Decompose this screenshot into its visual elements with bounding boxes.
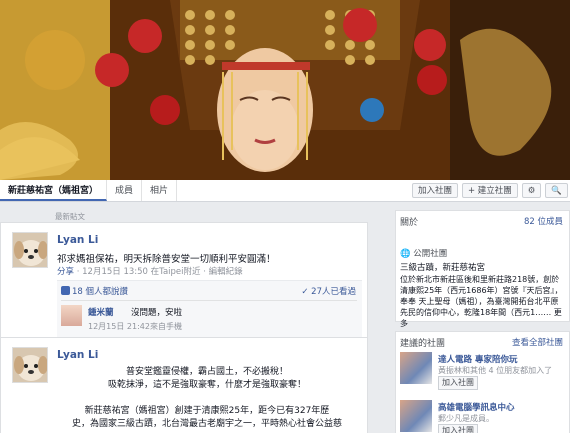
suggested-groups-box: 建議的社團 查看全部社團 達人電路 專家陪你玩 黃振林和其他 4 位朋友都加入了… (395, 331, 570, 433)
post-meta: 分享 · 12月15日 13:50 在Taipei附近 · 編輯紀錄 (57, 265, 243, 277)
search-button[interactable]: 🔍 (545, 183, 568, 198)
right-column: 關於 82 位成員 🌐 公開社團 三級古蹟，新莊慈祐宮 位於新北市新莊區後和里新… (395, 202, 570, 433)
member-count-link[interactable]: 82 位成員 (524, 215, 563, 227)
avatar[interactable] (12, 347, 48, 383)
cover-illustration (0, 0, 570, 180)
post-text: 普安堂鑑靈侵權，霸占國土，不必搬稅！ 吸乾抹淨，這不是強取豪奪，什麼才是強取豪奪… (57, 366, 357, 431)
post-text: 祁求媽祖保祐，明天拆除普安堂一切順利平安圓滿！ (57, 254, 276, 265)
share-link[interactable]: 分享 (57, 267, 74, 277)
see-all-groups-link[interactable]: 查看全部社團 (512, 336, 563, 348)
group-thumbnail[interactable] (400, 400, 432, 432)
create-group-button[interactable]: + 建立社團 (461, 183, 518, 198)
group-name[interactable]: 達人電路 專家陪你玩 (438, 353, 517, 365)
post-author[interactable]: Lyan Li (57, 234, 98, 246)
join-group-button[interactable]: 加入社團 (438, 424, 478, 433)
group-desc: 郵少凡是成員。 (438, 414, 494, 423)
suggested-group: 達人電路 專家陪你玩 黃振林和其他 4 位朋友都加入了 加入社團 (400, 352, 565, 392)
comment: 鍾米蘭 沒問題，安啦 12月15日 21:42來自手機 (61, 300, 357, 336)
join-group-button[interactable]: 加入社團 (438, 376, 478, 390)
post: Lyan Li 普安堂鑑靈侵權，霸占國土，不必搬稅！ 吸乾抹淨，這不是強取豪奪，… (0, 337, 368, 433)
post-line: 普安堂鑑靈侵權，霸占國土，不必搬稅！ (125, 367, 288, 377)
suggested-title: 建議的社團 (400, 339, 446, 349)
globe-icon: 🌐 (400, 249, 414, 259)
group-feed: 最新貼文 Lyan Li 祁求媽祖保祐，明天拆除普安堂一切順利平安圓滿！ 分享 … (0, 202, 390, 433)
comment-avatar[interactable] (61, 305, 82, 326)
group-name[interactable]: 高雄電腦學訊息中心 (438, 401, 515, 413)
gear-icon: ⚙ (527, 186, 536, 196)
dog-photo (13, 348, 47, 382)
avatar[interactable] (12, 232, 48, 268)
post-line: 吸乾抹淨，這不是強取豪奪，什麼才是強取豪奪！ (107, 380, 306, 390)
tab-spacer (177, 180, 410, 201)
join-group-button[interactable]: 加入社團 (411, 183, 458, 198)
group-tab-bar: 新莊慈祐宮（媽祖宮） 成員 相片 加入社團 + 建立社團 ⚙ 🔍 (0, 180, 570, 202)
seen-count-text: 27人已看過 (311, 287, 356, 297)
reactions-box: 18 個人都說讚 ✓ 27人已看過 鍾米蘭 沒問題，安啦 12月15日 21:4… (57, 280, 362, 342)
comment-text: 沒問題，安啦 (131, 308, 183, 318)
like-count-text: 18 個人都說讚 (72, 287, 129, 297)
feed-heading: 最新貼文 (55, 212, 85, 221)
settings-button[interactable]: ⚙ (521, 183, 542, 198)
about-box: 關於 82 位成員 🌐 公開社團 三級古蹟，新莊慈祐宮 位於新北市新莊區後和里新… (395, 210, 570, 328)
group-desc: 黃振林和其他 4 位朋友都加入了 (438, 366, 553, 375)
post-author[interactable]: Lyan Li (57, 349, 98, 361)
group-description: 位於新北市新莊區後和里新莊路218號，創於清康熙25年（西元1686年）宮號『天… (400, 275, 563, 328)
privacy-label: 🌐 公開社團 (400, 247, 447, 259)
dog-photo (13, 233, 47, 267)
tab-photos[interactable]: 相片 (142, 180, 178, 201)
comment-author[interactable]: 鍾米蘭 (88, 306, 114, 318)
post-line: 新莊慈祐宮（媽祖宮）創建于清康熙25年，距今已有327年歷 (84, 406, 330, 416)
tab-group-name[interactable]: 新莊慈祐宮（媽祖宮） (0, 180, 108, 201)
seen-count[interactable]: ✓ 27人已看過 (301, 285, 356, 297)
check-icon: ✓ (301, 287, 312, 297)
comment-timestamp: 12月15日 21:42來自手機 (88, 322, 182, 331)
post: Lyan Li 祁求媽祖保祐，明天拆除普安堂一切順利平安圓滿！ 分享 · 12月… (0, 222, 368, 344)
cover-photo (0, 0, 570, 180)
tab-members[interactable]: 成員 (107, 180, 143, 201)
post-line: 史，為國家三級古蹟，北台灣最古老廟宇之一，平時熱心社會公益慈 (71, 419, 342, 429)
like-icon (61, 286, 70, 295)
post-timestamp: · 12月15日 13:50 在Taipei附近 · 編輯紀錄 (76, 267, 243, 277)
suggested-group: 高雄電腦學訊息中心 郵少凡是成員。 加入社團 (400, 400, 565, 433)
group-thumbnail[interactable] (400, 352, 432, 384)
like-count[interactable]: 18 個人都說讚 (61, 285, 128, 297)
privacy-text: 公開社團 (413, 249, 448, 259)
group-summary: 三級古蹟，新莊慈祐宮 (400, 263, 486, 273)
search-icon: 🔍 (551, 186, 562, 196)
about-title: 關於 (400, 218, 419, 228)
